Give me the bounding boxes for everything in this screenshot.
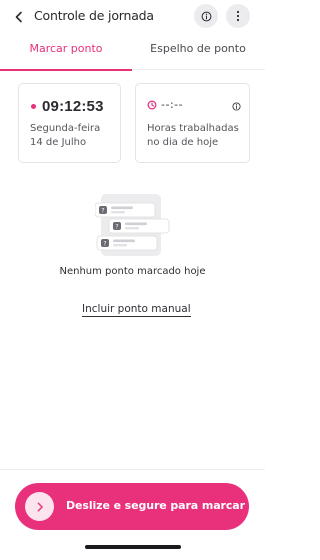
- chevron-right-icon: [37, 502, 43, 511]
- live-dot-icon: [31, 104, 36, 109]
- slide-to-mark-label: Deslize e segure para marcar: [66, 499, 245, 512]
- add-manual-record-link[interactable]: Incluir ponto manual: [82, 303, 191, 317]
- weekday-label: Segunda-feira: [30, 123, 101, 134]
- info-icon: [201, 11, 211, 21]
- worked-hours-card: --:-- Horas trabalhadas no dia de hoje: [135, 83, 250, 163]
- current-time-card: 09:12:53 Segunda-feira 14 de Julho: [18, 83, 121, 163]
- home-indicator: [85, 545, 181, 549]
- date-label: 14 de Julho: [30, 137, 87, 148]
- tab-espelho-de-ponto[interactable]: Espelho de ponto: [132, 34, 264, 70]
- svg-text:?: ?: [103, 241, 106, 248]
- page-title: Controle de jornada: [34, 8, 154, 23]
- svg-text:?: ?: [101, 208, 104, 215]
- slide-handle[interactable]: [25, 492, 54, 521]
- worked-hours-label-line1: Horas trabalhadas: [147, 123, 239, 134]
- tab-bar: Marcar ponto Espelho de ponto: [0, 34, 265, 71]
- current-time: 09:12:53: [42, 98, 104, 115]
- slide-to-mark-button[interactable]: Deslize e segure para marcar: [15, 483, 249, 530]
- info-icon: [232, 102, 241, 111]
- footer-divider: [0, 469, 265, 470]
- svg-text:?: ?: [115, 224, 118, 231]
- tab-marcar-ponto[interactable]: Marcar ponto: [0, 34, 132, 71]
- clock-icon: [147, 100, 157, 109]
- more-options-button[interactable]: [226, 4, 250, 28]
- worked-hours-value: --:--: [161, 98, 184, 111]
- info-button[interactable]: [194, 4, 218, 28]
- app-header: Controle de jornada: [0, 0, 265, 34]
- empty-state-message: Nenhum ponto marcado hoje: [59, 266, 206, 277]
- more-vertical-icon: [236, 10, 240, 22]
- back-button[interactable]: [10, 8, 28, 26]
- empty-records-illustration: ? ? ?: [95, 194, 170, 256]
- chevron-left-icon: [15, 11, 22, 23]
- hours-info-button[interactable]: [232, 96, 241, 115]
- worked-hours-label-line2: no dia de hoje: [147, 137, 219, 148]
